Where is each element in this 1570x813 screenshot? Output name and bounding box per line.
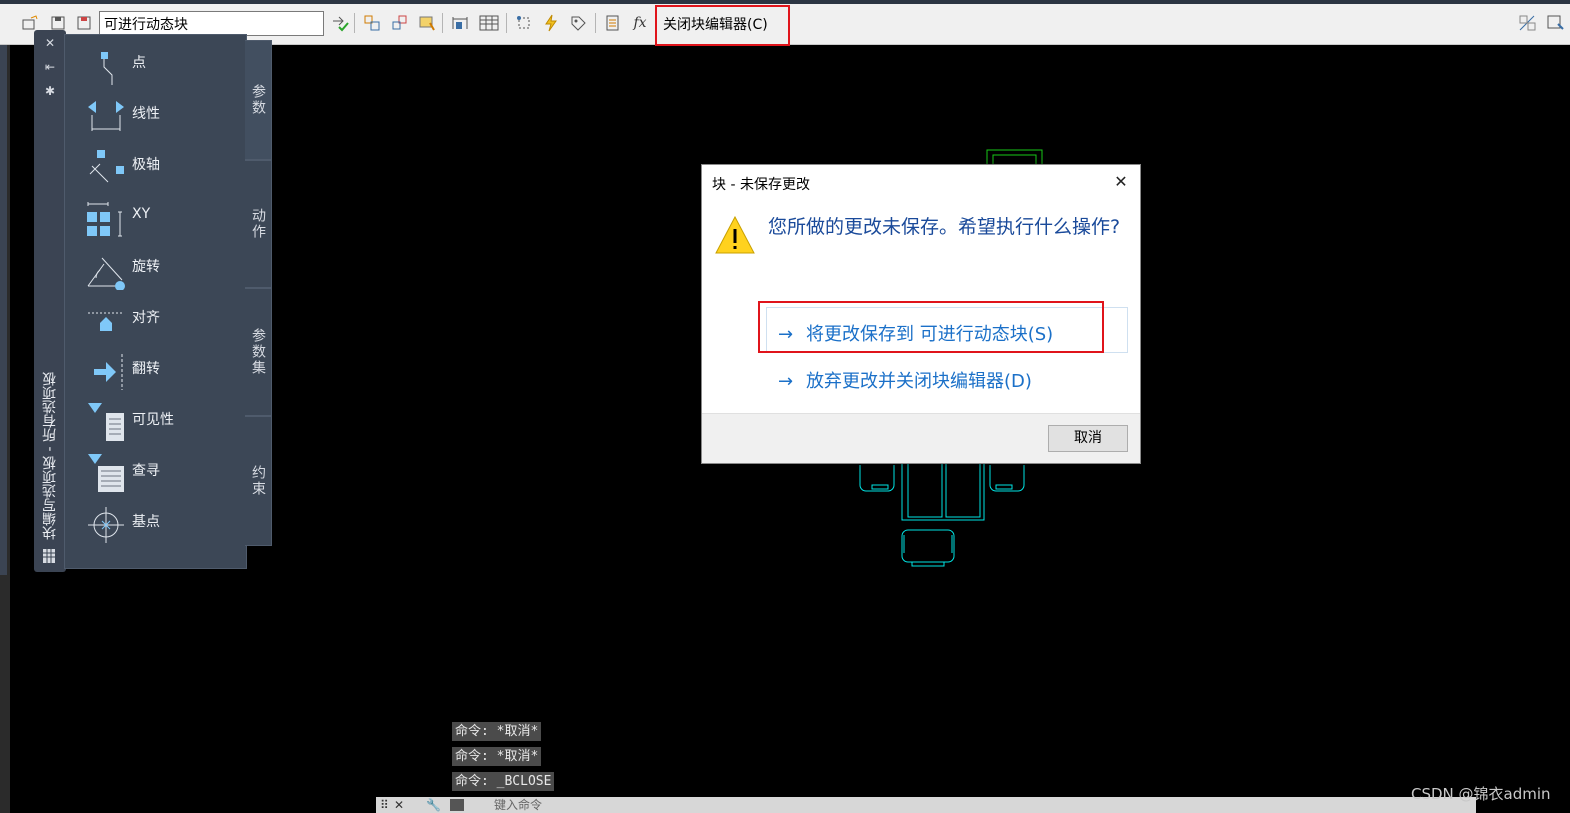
discard-changes-option[interactable]: → 放弃更改并关闭块编辑器(D) xyxy=(778,367,1032,393)
lightning-action-icon[interactable] xyxy=(541,13,561,33)
settings-gear-icon[interactable]: ✱ xyxy=(43,84,57,98)
flip-parameter-icon xyxy=(94,354,123,390)
point-parameter-icon xyxy=(101,52,113,85)
command-window-icon[interactable] xyxy=(450,799,464,811)
palette-item-visibility[interactable]: 可见性 xyxy=(86,397,236,445)
tag-icon[interactable] xyxy=(568,13,588,33)
visibility-parameter-icon xyxy=(88,403,124,441)
visibility-states-icon[interactable] xyxy=(450,13,470,33)
grip-icon[interactable]: ⠿ xyxy=(380,797,389,813)
close-icon[interactable]: ✕ xyxy=(43,36,57,50)
toolbar-separator xyxy=(595,13,596,33)
dialog-message: 您所做的更改未保存。希望执行什么操作? xyxy=(768,216,1121,238)
palette-grid-icon xyxy=(42,548,56,564)
palette-title: 块编写选项板 - 所有选项板 xyxy=(42,372,58,540)
fx-icon[interactable]: fx xyxy=(630,13,650,33)
auto-hide-icon[interactable]: ⇤ xyxy=(43,60,57,74)
layout-icon[interactable] xyxy=(1546,13,1566,33)
command-line-bar: ⠿ ✕ 🔧 键入命令 xyxy=(376,797,1476,813)
palette-item-lookup[interactable]: 查寻 xyxy=(86,448,236,496)
xy-parameter-icon xyxy=(87,202,122,237)
unsaved-changes-dialog: 块 - 未保存更改 ✕ 您所做的更改未保存。希望执行什么操作? → 将更改保存到 … xyxy=(701,164,1141,464)
arrow-right-icon: → xyxy=(778,371,794,392)
palette-item-label: 线性 xyxy=(132,106,160,122)
toolbar-separator xyxy=(506,13,507,33)
palette-item-label: 旋转 xyxy=(132,259,160,275)
command-history-line: 命令: *取消* xyxy=(452,747,542,766)
save-changes-option[interactable]: → 将更改保存到 可进行动态块(S) xyxy=(778,320,1053,346)
save-changes-label: 将更改保存到 可进行动态块(S) xyxy=(806,324,1054,345)
block-name-field[interactable] xyxy=(99,11,324,36)
dialog-title: 块 - 未保存更改 xyxy=(712,177,810,193)
command-history-line: 命令: *取消* xyxy=(452,722,542,741)
discard-changes-label: 放弃更改并关闭块编辑器(D) xyxy=(806,371,1032,392)
palette-item-label: XY xyxy=(132,206,151,222)
palette-item-alignment[interactable]: 对齐 xyxy=(86,295,236,343)
left-frame-strip xyxy=(0,45,7,575)
block-table-icon[interactable] xyxy=(479,13,499,33)
cancel-button[interactable]: 取消 xyxy=(1048,425,1128,452)
geometric-constraint-icon[interactable] xyxy=(514,13,534,33)
command-input[interactable]: 键入命令 xyxy=(494,797,542,813)
close-icon[interactable]: ✕ xyxy=(394,797,404,813)
palette-item-label: 基点 xyxy=(132,514,160,530)
test-block-icon[interactable] xyxy=(330,13,350,33)
palette-item-basepoint[interactable]: 基点 xyxy=(86,499,236,547)
palette-item-polar[interactable]: 极轴 xyxy=(86,142,236,190)
tab-constraints[interactable]: 约束 xyxy=(245,416,272,546)
command-history-line: 命令: _BCLOSE xyxy=(452,772,555,791)
palette-item-label: 极轴 xyxy=(132,157,160,173)
parameter-manager-icon[interactable] xyxy=(390,13,410,33)
lookup-parameter-icon xyxy=(88,454,124,492)
basepoint-parameter-icon xyxy=(88,507,124,543)
watermark: CSDN @锦衣admin xyxy=(1411,785,1551,803)
polar-parameter-icon xyxy=(89,150,124,183)
close-block-editor-button[interactable]: 关闭块编辑器(C) xyxy=(655,5,790,46)
palette-item-linear[interactable]: 线性 xyxy=(86,91,236,139)
palette-item-label: 点 xyxy=(132,55,146,71)
customize-wrench-icon[interactable]: 🔧 xyxy=(426,797,441,813)
alignment-parameter-icon xyxy=(88,312,124,331)
palette-item-flip[interactable]: 翻转 xyxy=(86,346,236,394)
attribute-definition-icon[interactable] xyxy=(417,13,437,33)
linear-parameter-icon xyxy=(88,101,124,131)
palette-item-label: 翻转 xyxy=(132,361,160,377)
save-as-block-icon[interactable] xyxy=(74,13,94,33)
tab-parameter-sets[interactable]: 参数集 xyxy=(245,288,272,416)
palette-item-rotation[interactable]: 旋转 xyxy=(86,244,236,292)
tab-parameters[interactable]: 参数 xyxy=(245,40,272,160)
authoring-palette-icon[interactable] xyxy=(362,13,382,33)
warning-icon xyxy=(715,215,755,254)
dialog-footer: 取消 xyxy=(702,413,1140,463)
palette-item-point[interactable]: 点 xyxy=(86,40,236,88)
drawing-table-and-chairs xyxy=(859,459,1025,567)
toolbar-top-strip xyxy=(0,0,1570,4)
toolbar-separator xyxy=(442,13,443,33)
palette-item-label: 对齐 xyxy=(132,310,160,326)
palette-item-label: 可见性 xyxy=(132,412,174,428)
dialog-close-icon[interactable]: ✕ xyxy=(1110,171,1132,193)
properties-list-icon[interactable] xyxy=(603,13,623,33)
arrow-right-icon: → xyxy=(778,324,794,345)
rotation-parameter-icon xyxy=(87,257,125,290)
tab-actions[interactable]: 动作 xyxy=(245,160,272,288)
toolbar-separator xyxy=(354,13,355,33)
palette-item-xy[interactable]: XY xyxy=(86,194,236,242)
workspace-icon[interactable] xyxy=(1518,13,1538,33)
palette-item-label: 查寻 xyxy=(132,463,160,479)
